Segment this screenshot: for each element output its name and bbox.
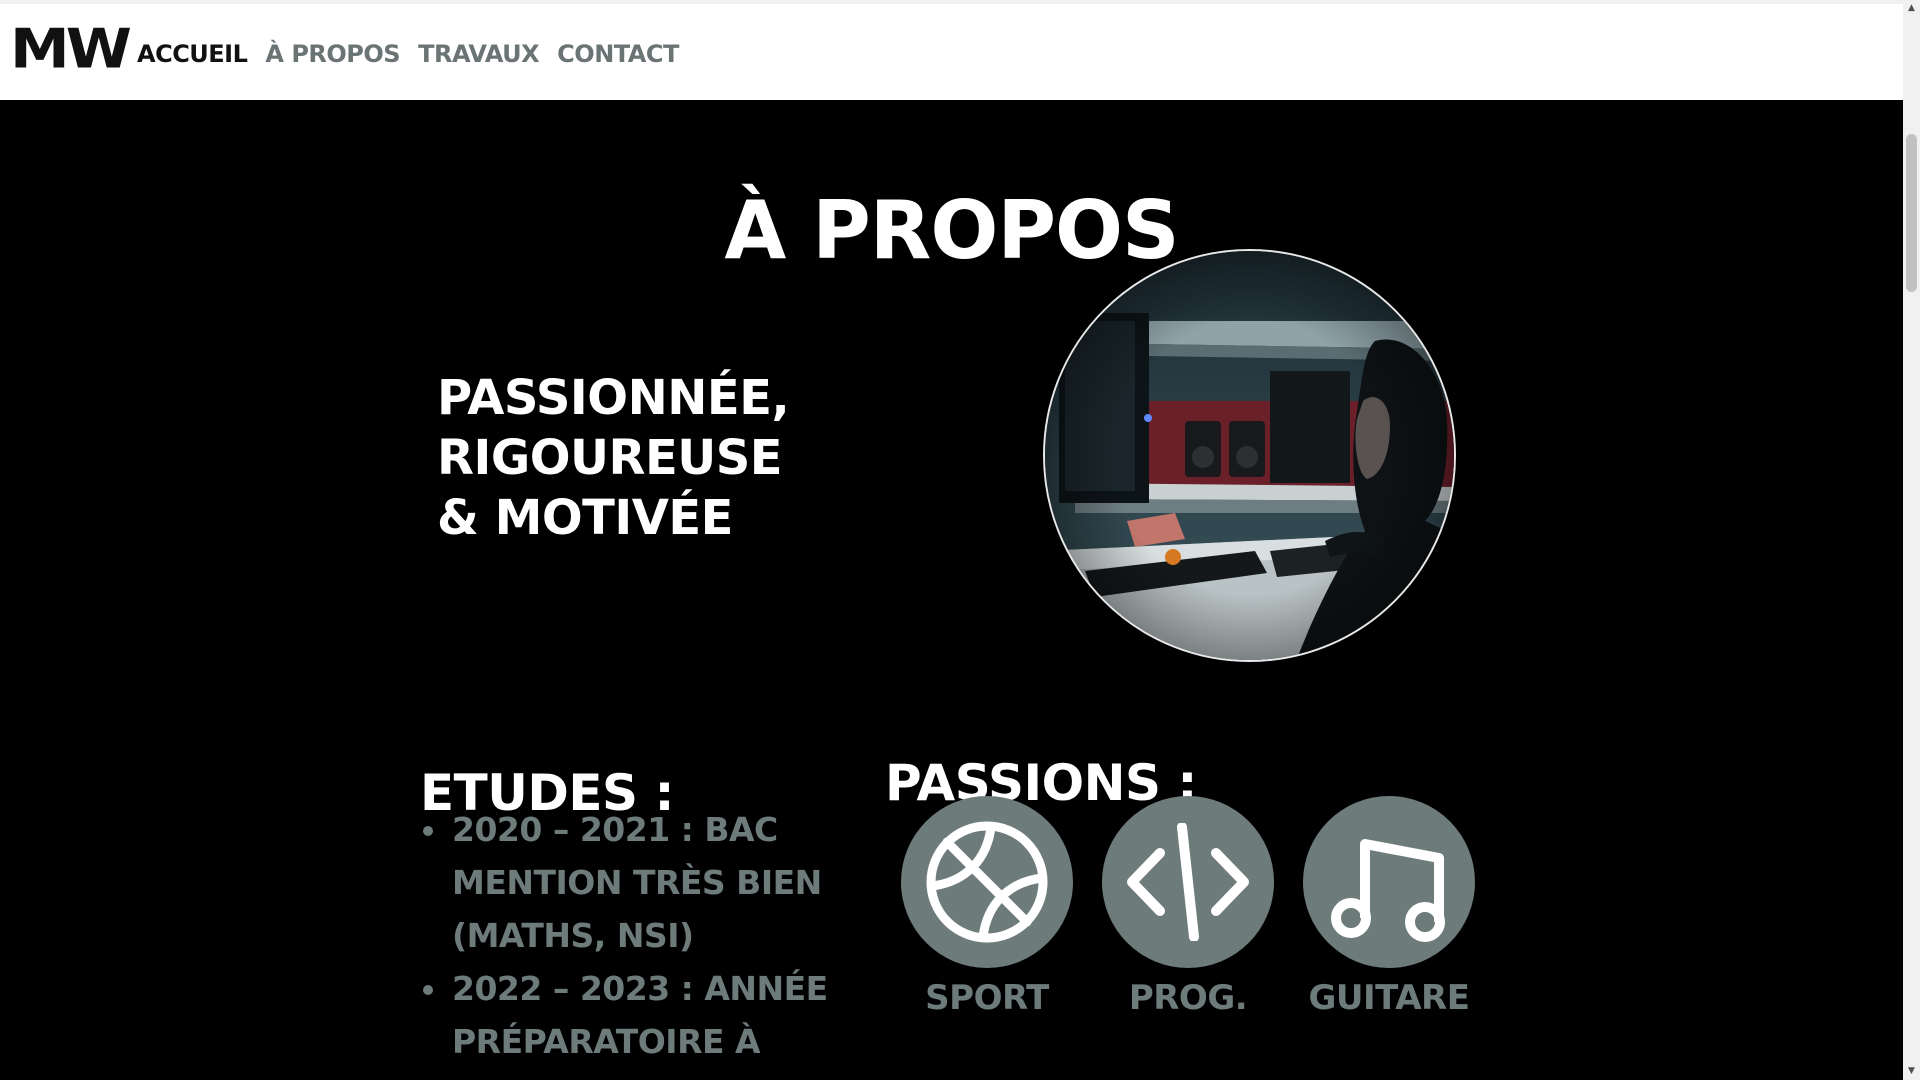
about-section-title: À propos [724, 183, 1179, 277]
scroll-up-arrow-icon[interactable]: ▲ [1903, 0, 1920, 17]
site-logo[interactable]: MW [10, 18, 132, 81]
profile-photo [1043, 249, 1456, 662]
main-nav: Accueil À propos Travaux Contact [137, 40, 679, 68]
passion-sport-label: Sport [925, 978, 1049, 1018]
tagline-line-3: & motivée [437, 490, 733, 546]
tagline-line-2: rigoureuse [437, 430, 783, 486]
passion-guitare-circle [1303, 796, 1475, 968]
nav-link-a-propos[interactable]: À propos [265, 40, 400, 68]
code-icon [1127, 823, 1249, 941]
passion-guitare-label: Guitare [1308, 978, 1470, 1018]
studies-list: 2020 – 2021 : BAC mention très bien (mat… [421, 803, 841, 1080]
studies-item: 2022 – 2023 : Année préparatoire à l'IIM [421, 962, 841, 1080]
scroll-thumb[interactable] [1906, 134, 1917, 292]
scroll-down-arrow-icon[interactable]: ▼ [1903, 1063, 1920, 1080]
page-viewport: MW Accueil À propos Travaux Contact À pr… [0, 0, 1903, 1080]
passion-prog[interactable]: Prog. [1098, 796, 1278, 1018]
nav-link-travaux[interactable]: Travaux [418, 40, 540, 68]
nav-link-contact[interactable]: Contact [557, 40, 679, 68]
about-tagline: Passionnée, rigoureuse & motivée [437, 368, 857, 548]
profile-photo-illustration [1045, 251, 1454, 660]
nav-link-accueil[interactable]: Accueil [137, 40, 248, 68]
studies-item: 2020 – 2021 : BAC mention très bien (mat… [421, 803, 841, 962]
page-scrollbar[interactable]: ▲ ▼ [1903, 0, 1920, 1080]
passion-prog-circle [1102, 796, 1274, 968]
top-navigation-bar: MW Accueil À propos Travaux Contact [0, 0, 1903, 100]
basketball-icon [926, 821, 1048, 943]
tagline-line-1: Passionnée, [437, 370, 790, 426]
passion-sport-circle [901, 796, 1073, 968]
passion-guitare[interactable]: Guitare [1299, 796, 1479, 1018]
passion-sport[interactable]: Sport [897, 796, 1077, 1018]
music-note-icon [1331, 839, 1445, 942]
passion-prog-label: Prog. [1128, 978, 1248, 1018]
